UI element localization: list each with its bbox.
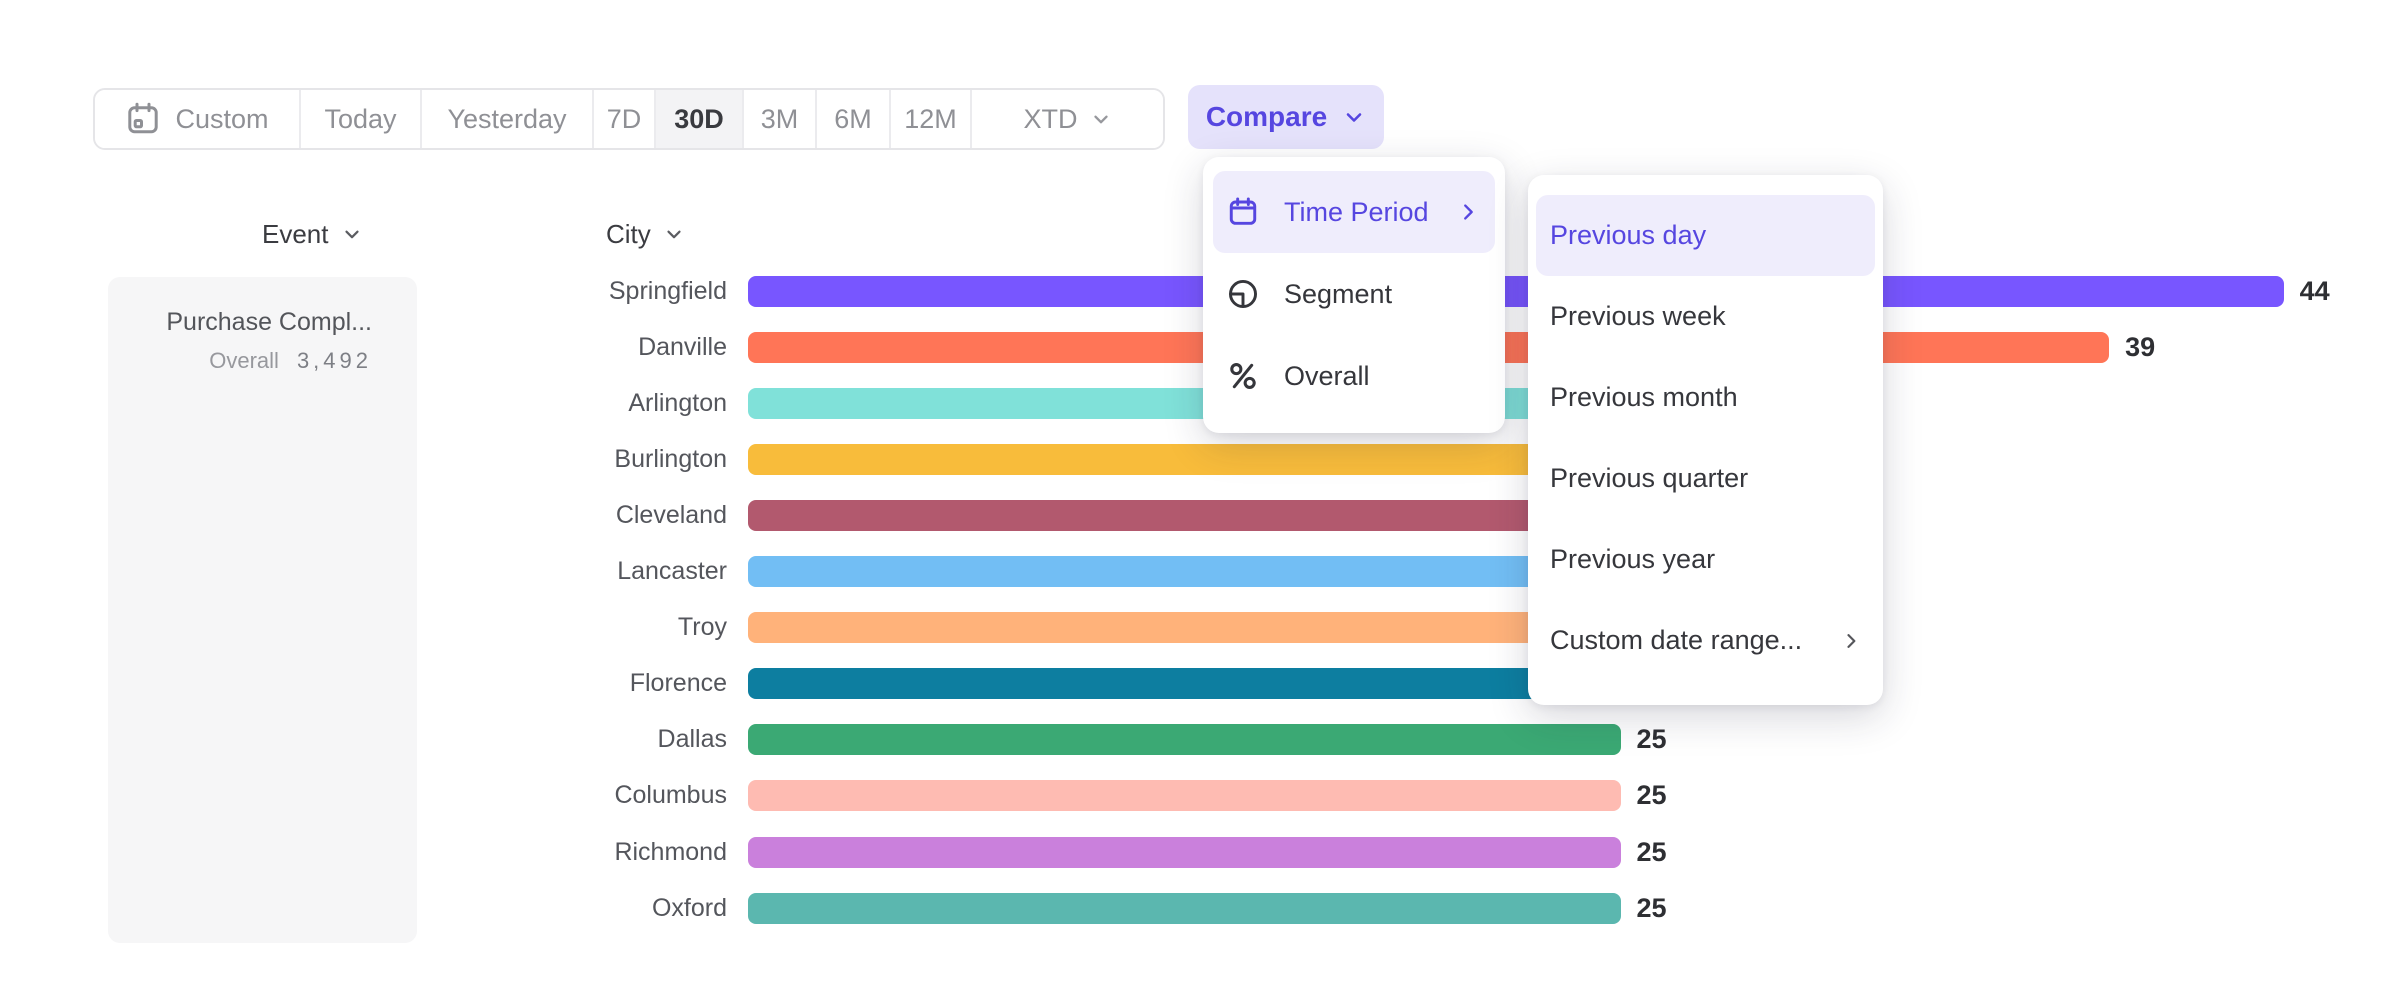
chart-row-danville: Danville 39 <box>0 332 2394 363</box>
bar-category-label: Oxford <box>380 893 727 924</box>
submenu-item-label: Custom date range... <box>1550 625 1802 656</box>
percent-icon <box>1227 360 1259 392</box>
compare-menu-item-label: Time Period <box>1284 197 1429 228</box>
bar-dallas[interactable] <box>748 724 1621 755</box>
bar-oxford[interactable] <box>748 893 1621 924</box>
compare-menu: Time Period Segment Overall <box>1203 157 1505 433</box>
city-column-label: City <box>606 219 651 250</box>
chevron-right-icon <box>1841 631 1861 651</box>
range-button-today[interactable]: Today <box>299 90 420 148</box>
chart-row-dallas: Dallas 25 <box>0 724 2394 755</box>
bar-troy[interactable] <box>748 612 1655 643</box>
bar-category-label: Dallas <box>380 724 727 755</box>
submenu-item-previous-day[interactable]: Previous day <box>1536 195 1875 276</box>
range-button-label: 7D <box>607 104 642 135</box>
chevron-right-icon <box>1457 201 1479 223</box>
compare-menu-item-label: Overall <box>1284 361 1370 392</box>
segment-icon <box>1227 278 1259 310</box>
bar-value-label: 39 <box>2125 332 2155 363</box>
range-button-label: 3M <box>761 104 799 135</box>
bar-category-label: Danville <box>380 332 727 363</box>
submenu-item-label: Previous year <box>1550 544 1715 575</box>
chart-row-troy: Troy <box>0 612 2394 643</box>
range-button-yesterday[interactable]: Yesterday <box>420 90 592 148</box>
bar-florence[interactable] <box>748 668 1621 699</box>
bar-category-label: Lancaster <box>380 556 727 587</box>
chart-row-florence: Florence <box>0 668 2394 699</box>
bar-category-label: Florence <box>380 668 727 699</box>
bar-category-label: Richmond <box>380 837 727 868</box>
event-column-label: Event <box>262 219 329 250</box>
compare-button-label: Compare <box>1206 101 1327 133</box>
bar-category-label: Springfield <box>380 276 727 307</box>
bar-richmond[interactable] <box>748 837 1621 868</box>
compare-button[interactable]: Compare <box>1188 85 1384 149</box>
compare-menu-item-segment[interactable]: Segment <box>1213 253 1495 335</box>
date-range-selector: Custom Today Yesterday 7D 30D 3M 6M 12M … <box>93 88 1165 150</box>
chart-row-richmond: Richmond 25 <box>0 837 2394 868</box>
range-button-7d[interactable]: 7D <box>592 90 654 148</box>
bar-category-label: Troy <box>380 612 727 643</box>
range-button-label: Today <box>324 104 396 135</box>
bar-value-label: 25 <box>1637 837 1667 868</box>
bar-value-label: 44 <box>2300 276 2330 307</box>
range-button-label: Custom <box>175 104 268 135</box>
submenu-item-custom-date-range[interactable]: Custom date range... <box>1536 600 1875 681</box>
chevron-down-icon <box>1342 105 1366 129</box>
submenu-item-previous-year[interactable]: Previous year <box>1536 519 1875 600</box>
submenu-item-label: Previous month <box>1550 382 1738 413</box>
event-column-header[interactable]: Event <box>262 218 363 250</box>
bar-category-label: Arlington <box>380 388 727 419</box>
range-button-30d-selected[interactable]: 30D <box>654 90 742 148</box>
chevron-down-icon <box>341 223 363 245</box>
submenu-item-previous-quarter[interactable]: Previous quarter <box>1536 438 1875 519</box>
range-button-3m[interactable]: 3M <box>742 90 815 148</box>
bar-value-label: 25 <box>1637 893 1667 924</box>
chevron-down-icon <box>663 223 685 245</box>
calendar-icon <box>1227 196 1259 228</box>
submenu-item-previous-month[interactable]: Previous month <box>1536 357 1875 438</box>
bar-value-label: 25 <box>1637 780 1667 811</box>
submenu-item-label: Previous week <box>1550 301 1726 332</box>
range-button-label: Yesterday <box>447 104 566 135</box>
compare-menu-item-time-period[interactable]: Time Period <box>1213 171 1495 253</box>
bar-category-label: Columbus <box>380 780 727 811</box>
range-button-label: 30D <box>674 104 724 135</box>
compare-menu-item-label: Segment <box>1284 279 1392 310</box>
range-button-label: 12M <box>904 104 957 135</box>
range-button-6m[interactable]: 6M <box>815 90 889 148</box>
range-button-label: XTD <box>1024 104 1078 135</box>
range-button-12m[interactable]: 12M <box>889 90 970 148</box>
submenu-item-label: Previous quarter <box>1550 463 1748 494</box>
calendar-icon <box>125 101 161 137</box>
chart-row-cleveland: Cleveland <box>0 500 2394 531</box>
time-period-submenu: Previous day Previous week Previous mont… <box>1528 175 1883 705</box>
bar-category-label: Cleveland <box>380 500 727 531</box>
bar-springfield[interactable] <box>748 276 2284 307</box>
chart-row-columbus: Columbus 25 <box>0 780 2394 811</box>
chart-row-lancaster: Lancaster <box>0 556 2394 587</box>
chart-row-oxford: Oxford 25 <box>0 893 2394 924</box>
range-button-custom[interactable]: Custom <box>95 90 299 148</box>
bar-columbus[interactable] <box>748 780 1621 811</box>
range-button-label: 6M <box>834 104 872 135</box>
city-column-header[interactable]: City <box>606 218 685 250</box>
chart-row-arlington: Arlington <box>0 388 2394 419</box>
chart-row-springfield: Springfield 44 <box>0 276 2394 307</box>
range-button-xtd[interactable]: XTD <box>970 90 1163 148</box>
submenu-item-previous-week[interactable]: Previous week <box>1536 276 1875 357</box>
chevron-down-icon <box>1090 108 1112 130</box>
bar-category-label: Burlington <box>380 444 727 475</box>
chart-row-burlington: Burlington <box>0 444 2394 475</box>
compare-menu-item-overall[interactable]: Overall <box>1213 335 1495 417</box>
submenu-item-label: Previous day <box>1550 220 1706 251</box>
bar-value-label: 25 <box>1637 724 1667 755</box>
